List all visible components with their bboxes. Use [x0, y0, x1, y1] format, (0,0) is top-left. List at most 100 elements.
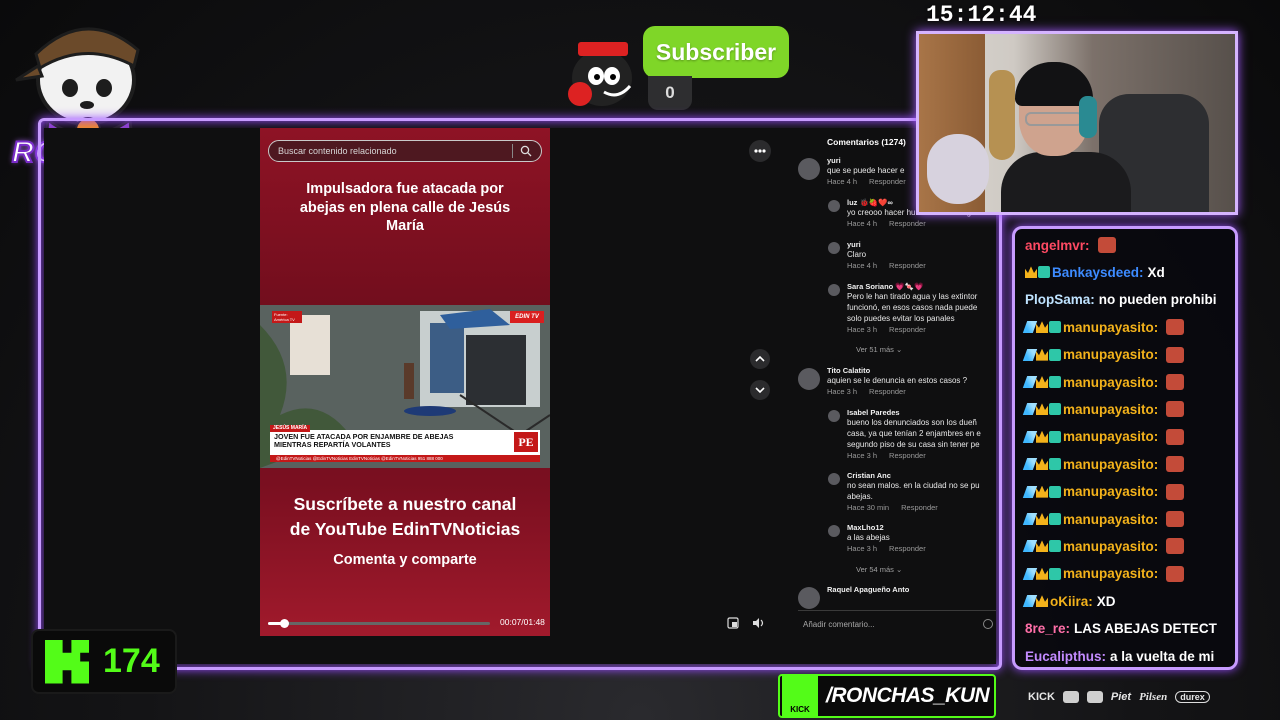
chat-username[interactable]: manupayasito: — [1063, 457, 1158, 472]
reply-button[interactable]: Responder — [869, 177, 906, 186]
headline: JOVEN FUE ATACADA POR ENJAMBRE DE ABEJAS… — [274, 433, 514, 449]
emote-icon — [1166, 483, 1185, 500]
cam-plush — [927, 134, 989, 204]
chat-message: manupayasito: — [1022, 426, 1185, 448]
comment-text: funcionó, en esos casos nada puede — [847, 303, 978, 312]
avatar[interactable] — [798, 587, 820, 609]
view-more-replies[interactable]: Ver 54 más ⌄ — [856, 565, 902, 574]
gift-badge-icon — [1049, 430, 1061, 443]
avatar[interactable] — [798, 158, 820, 180]
channel-badge: EDIN TV — [510, 311, 544, 323]
comment-author[interactable]: MaxLho12 — [847, 523, 884, 532]
chat-username[interactable]: angelmvr: — [1025, 238, 1090, 253]
discord-icon — [1062, 691, 1079, 703]
comment-author[interactable]: luz 🐞🍓❤️∞ — [847, 198, 893, 207]
comment-meta: Hace 4 h Responder — [847, 261, 926, 270]
related-search-input[interactable]: Buscar contenido relacionado — [268, 140, 542, 162]
comment-author[interactable]: Raquel Apagueño Anto — [827, 585, 909, 594]
avatar[interactable] — [828, 284, 840, 296]
comment-author[interactable]: Tito Calatito — [827, 366, 870, 375]
add-comment-input[interactable]: Añadir comentario... — [798, 610, 996, 636]
crown-badge-icon — [1036, 567, 1048, 580]
video-progress-bar[interactable] — [268, 619, 490, 628]
viewer-count: 174 — [103, 642, 160, 680]
kick-logo-icon — [45, 639, 89, 684]
gift-badge-icon — [1038, 266, 1050, 279]
gift-badge-icon — [1049, 321, 1061, 334]
search-placeholder: Buscar contenido relacionado — [278, 146, 397, 156]
avatar[interactable] — [828, 525, 840, 537]
emote-icon — [1166, 401, 1185, 418]
chat-username[interactable]: oKiira: — [1050, 594, 1093, 609]
pickaxe-badge-icon — [1022, 403, 1038, 416]
comment-author[interactable]: Isabel Paredes — [847, 408, 900, 417]
gift-badge-icon — [1049, 348, 1061, 361]
comment-author[interactable]: Cristian Anc — [847, 471, 891, 480]
video-player[interactable]: Buscar contenido relacionado Impulsadora… — [260, 128, 550, 636]
volume-button[interactable] — [749, 613, 769, 633]
emote-icon — [1097, 237, 1116, 253]
chat-badges — [1022, 567, 1061, 580]
comment-text: a las abejas — [847, 533, 890, 542]
chat-username[interactable]: manupayasito: — [1063, 429, 1158, 444]
volume-icon — [753, 618, 764, 628]
chat-username[interactable]: manupayasito: — [1063, 484, 1158, 499]
avatar[interactable] — [828, 242, 840, 254]
chat-username[interactable]: 8re_re: — [1025, 621, 1070, 636]
emoji-icon[interactable] — [983, 619, 993, 629]
chat-username[interactable]: Bankaysdeed: — [1052, 265, 1144, 280]
comment-author[interactable]: yuri — [847, 240, 861, 249]
chat-message: oKiira: XD — [1022, 590, 1116, 612]
reply-button[interactable]: Responder — [889, 451, 926, 460]
comment-text: abejas. — [847, 492, 873, 501]
video-timecode: 00:07/01:48 — [500, 617, 545, 627]
avatar[interactable] — [828, 200, 840, 212]
comment-text: casa, ya que tenían 2 enjambres en e — [847, 429, 981, 438]
comment-author[interactable]: yuri — [827, 156, 841, 165]
chat-username[interactable]: manupayasito: — [1063, 566, 1158, 581]
emote-icon — [1166, 374, 1185, 390]
progress-knob[interactable] — [279, 619, 289, 628]
next-video-button[interactable] — [750, 380, 770, 400]
chat-username[interactable]: manupayasito: — [1063, 539, 1158, 554]
chat-username[interactable]: manupayasito: — [1063, 320, 1158, 335]
avatar[interactable] — [828, 473, 840, 485]
reply-button[interactable]: Responder — [889, 219, 926, 228]
comment-text: segundo piso de su casa sin tener pe — [847, 440, 980, 449]
avatar[interactable] — [828, 410, 840, 422]
sponsor-durex: durex — [1175, 691, 1210, 703]
chat-username[interactable]: PlopSama: — [1025, 292, 1095, 307]
chat-message: manupayasito: — [1022, 344, 1185, 366]
more-options-button[interactable] — [749, 140, 771, 162]
comment-meta: Hace 3 h Responder — [827, 387, 906, 396]
crown-badge-icon — [1036, 321, 1048, 334]
chat-text: Xd — [1147, 264, 1165, 280]
gift-badge-icon — [1049, 376, 1061, 388]
reply-button[interactable]: Responder — [869, 387, 906, 396]
chat-badges — [1022, 348, 1061, 361]
pickaxe-badge-icon — [1022, 376, 1038, 388]
reply-button[interactable]: Responder — [889, 325, 926, 334]
video-title: Impulsadora fue atacada por abejas en pl… — [299, 181, 511, 234]
chat-username[interactable]: manupayasito: — [1063, 347, 1158, 362]
previous-video-button[interactable] — [750, 349, 770, 369]
chat-badges — [1022, 540, 1061, 553]
chat-username[interactable]: manupayasito: — [1063, 402, 1158, 417]
chat-username[interactable]: Eucalipthus: — [1025, 649, 1106, 664]
emote-icon — [1166, 511, 1185, 527]
view-more-replies[interactable]: Ver 51 más ⌄ — [856, 345, 902, 354]
emote-icon — [1166, 456, 1185, 473]
avatar[interactable] — [798, 368, 820, 390]
reply-button[interactable]: Responder — [889, 544, 926, 553]
streamer-glasses — [1025, 112, 1083, 126]
search-icon[interactable] — [520, 145, 532, 157]
reply-button[interactable]: Responder — [889, 261, 926, 270]
pip-button[interactable] — [723, 613, 743, 633]
chat-badges — [1022, 376, 1061, 388]
crown-badge-icon — [1036, 485, 1048, 498]
kick-handle: /RONCHAS_KUN — [826, 684, 990, 707]
comment-author[interactable]: Sara Soriano 💗🍬💗 — [847, 282, 923, 291]
chat-username[interactable]: manupayasito: — [1063, 512, 1158, 527]
reply-button[interactable]: Responder — [901, 503, 938, 512]
chat-username[interactable]: manupayasito: — [1063, 375, 1158, 390]
